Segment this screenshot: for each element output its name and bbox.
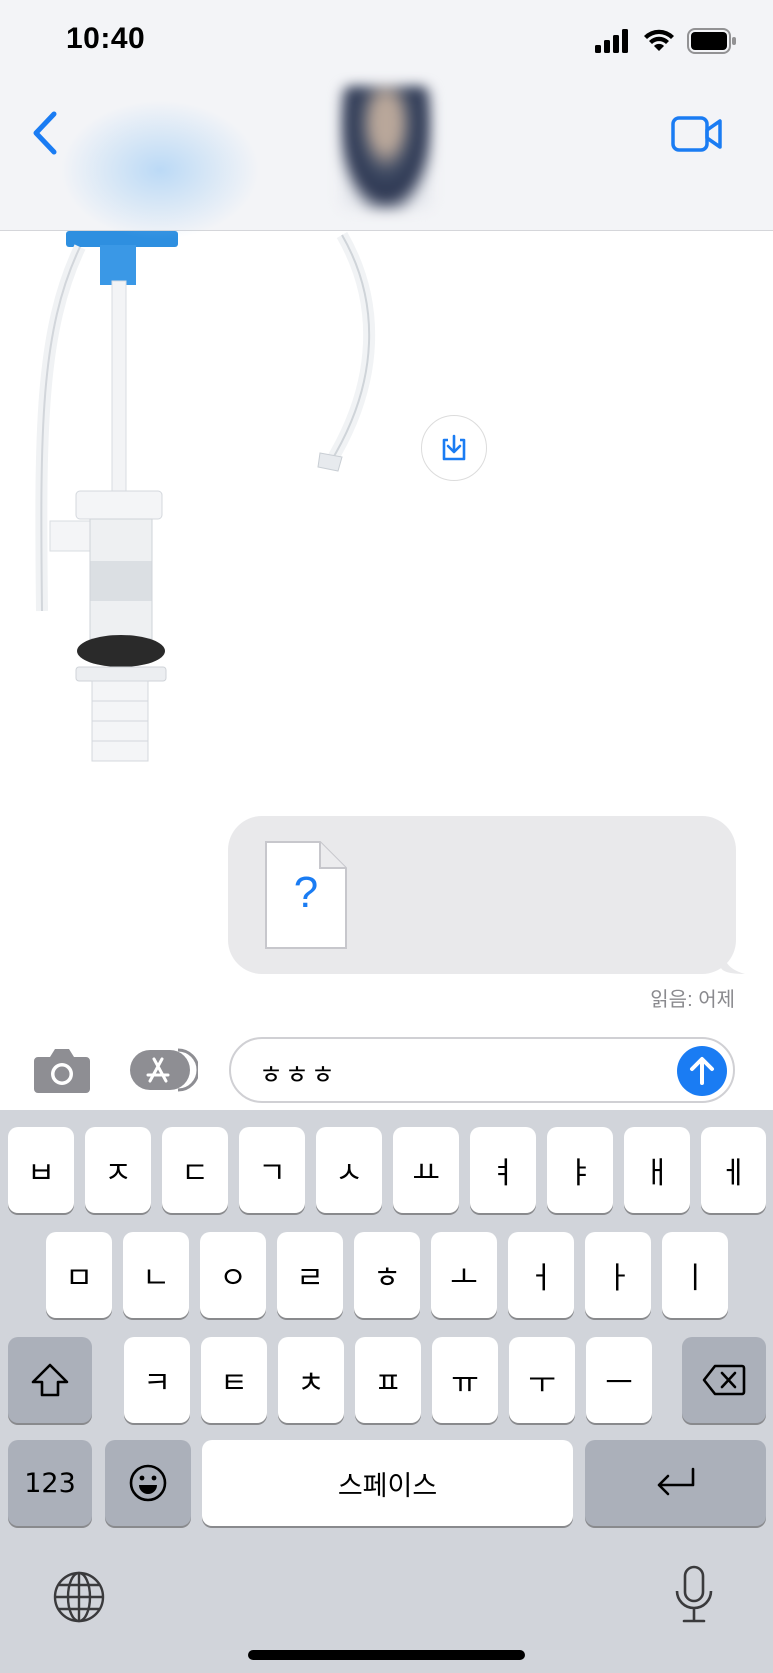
message-text: ㅎㅎㅎ [259,1060,337,1090]
key-nieun[interactable]: ㄴ [123,1232,189,1318]
key-eo[interactable]: ㅓ [508,1232,574,1318]
key-hieut[interactable]: ㅎ [354,1232,420,1318]
return-key[interactable] [585,1440,766,1526]
globe-icon [53,1571,105,1623]
emoji-icon [129,1464,167,1502]
key-i[interactable]: ㅣ [662,1232,728,1318]
arrow-up-icon [690,1057,714,1085]
dictation-button[interactable] [672,1565,716,1625]
sent-attachment-bubble[interactable]: ? [228,816,745,974]
key-eu[interactable]: ㅡ [586,1337,652,1423]
app-store-icon [130,1048,200,1092]
key-chieut[interactable]: ㅊ [278,1337,344,1423]
backspace-icon [702,1364,746,1396]
delete-key[interactable] [682,1337,766,1423]
key-ae[interactable]: ㅐ [624,1127,690,1213]
korean-keyboard: ㅂ ㅈ ㄷ ㄱ ㅅ ㅛ ㅕ ㅑ ㅐ ㅔ ㅁ ㄴ ㅇ ㄹ ㅎ ㅗ ㅓ ㅏ ㅣ ㅋ … [0,1110,773,1673]
product-photo-message[interactable] [20,231,410,801]
wifi-icon [644,29,674,51]
key-giyeok[interactable]: ㄱ [239,1127,305,1213]
background-haze [60,100,260,240]
camera-icon [34,1049,90,1093]
back-button[interactable] [26,108,66,158]
key-tieut[interactable]: ㅌ [201,1337,267,1423]
send-button[interactable] [677,1046,727,1096]
download-icon [442,434,466,461]
app-store-button[interactable] [128,1047,200,1093]
key-siot[interactable]: ㅅ [316,1127,382,1213]
globe-button[interactable] [52,1570,106,1624]
key-yo[interactable]: ㅛ [393,1127,459,1213]
contact-avatar[interactable] [340,86,432,210]
key-o[interactable]: ㅗ [431,1232,497,1318]
navigation-header: 10:40 [0,0,773,240]
numbers-key[interactable]: 123 [8,1440,92,1526]
battery-icon [687,28,736,54]
key-pieup[interactable]: ㅍ [355,1337,421,1423]
status-icons [595,28,737,54]
bubble-tail [721,950,745,974]
home-indicator [248,1650,525,1660]
unknown-file-attachment[interactable]: ? [264,840,348,950]
key-digeut[interactable]: ㄷ [162,1127,228,1213]
key-yu[interactable]: ㅠ [432,1337,498,1423]
return-icon [657,1467,694,1496]
save-image-button[interactable] [421,415,487,481]
key-u[interactable]: ㅜ [509,1337,575,1423]
key-kieuk[interactable]: ㅋ [124,1337,190,1423]
key-a[interactable]: ㅏ [585,1232,651,1318]
key-bieup[interactable]: ㅂ [8,1127,74,1213]
key-jieut[interactable]: ㅈ [85,1127,151,1213]
space-key[interactable]: 스페이스 [202,1440,573,1526]
key-mieum[interactable]: ㅁ [46,1232,112,1318]
shift-icon [31,1363,69,1397]
key-e[interactable]: ㅔ [701,1127,766,1213]
camera-button[interactable] [32,1045,92,1095]
facetime-video-button[interactable] [671,114,723,154]
cellular-signal-icon [595,29,628,53]
key-rieul[interactable]: ㄹ [277,1232,343,1318]
key-yeo[interactable]: ㅕ [470,1127,536,1213]
read-receipt: 읽음: 어제 [650,989,735,1011]
key-ieung[interactable]: ㅇ [200,1232,266,1318]
video-camera-icon [671,116,722,152]
unknown-file-glyph: ? [293,868,319,917]
chevron-left-icon [33,111,57,155]
shift-key[interactable] [8,1337,92,1423]
status-time: 10:40 [66,22,146,55]
conversation-area: ? 읽음: 어제 [0,231,773,1031]
key-ya[interactable]: ㅑ [547,1127,613,1213]
emoji-key[interactable] [105,1440,191,1526]
message-text-field[interactable]: ㅎㅎㅎ [229,1037,735,1103]
microphone-icon [675,1565,713,1623]
message-input-bar: ㅎㅎㅎ [0,1025,773,1115]
